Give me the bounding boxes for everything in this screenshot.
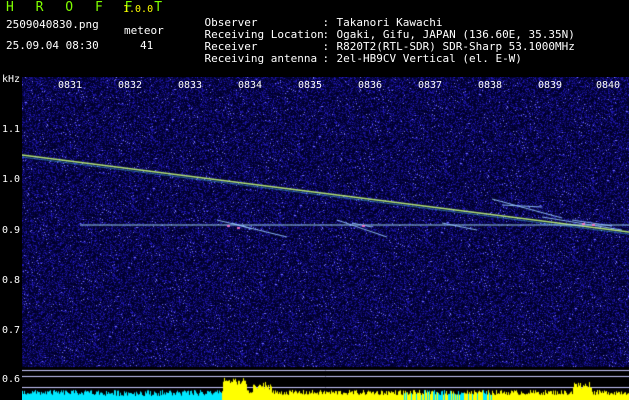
hrofft-window: { "header": { "app_name": "H R O F F T",…	[0, 0, 629, 400]
y-axis-unit: kHz	[2, 74, 21, 85]
x-tick-label: 0837	[418, 80, 443, 91]
y-tick-label: 0.9	[2, 225, 21, 236]
y-tick-label: 1.1	[2, 124, 21, 135]
info-colon: :	[322, 52, 330, 65]
y-tick-label: 1.0	[2, 174, 21, 185]
x-tick-label: 0838	[478, 80, 503, 91]
x-tick-label: 0831	[58, 80, 83, 91]
x-tick-label: 0834	[238, 80, 263, 91]
x-tick-label: 0833	[178, 80, 203, 91]
info-row-antenna: Receiving antenna:2el-HB9CV Vertical (el…	[178, 41, 522, 77]
observation-datetime: 25.09.04 08:30	[6, 39, 99, 52]
app-version: 1.0.0	[123, 4, 154, 15]
meteor-count-value: 41	[140, 39, 154, 52]
x-tick-label: 0832	[118, 80, 143, 91]
image-filename: 2509040830.png	[6, 18, 99, 31]
x-tick-label: 0839	[538, 80, 563, 91]
info-value: 2el-HB9CV Vertical (el. E-W)	[336, 52, 522, 65]
info-label: Receiving antenna	[204, 52, 318, 65]
y-tick-label: 0.8	[2, 275, 21, 286]
y-tick-label: 0.6	[2, 374, 21, 385]
x-tick-label: 0836	[358, 80, 383, 91]
spectrogram-canvas	[22, 77, 629, 400]
y-tick-label: 0.7	[2, 325, 21, 336]
x-tick-label: 0840	[596, 80, 621, 91]
meteor-count-label: meteor	[124, 24, 164, 37]
x-tick-label: 0835	[298, 80, 323, 91]
